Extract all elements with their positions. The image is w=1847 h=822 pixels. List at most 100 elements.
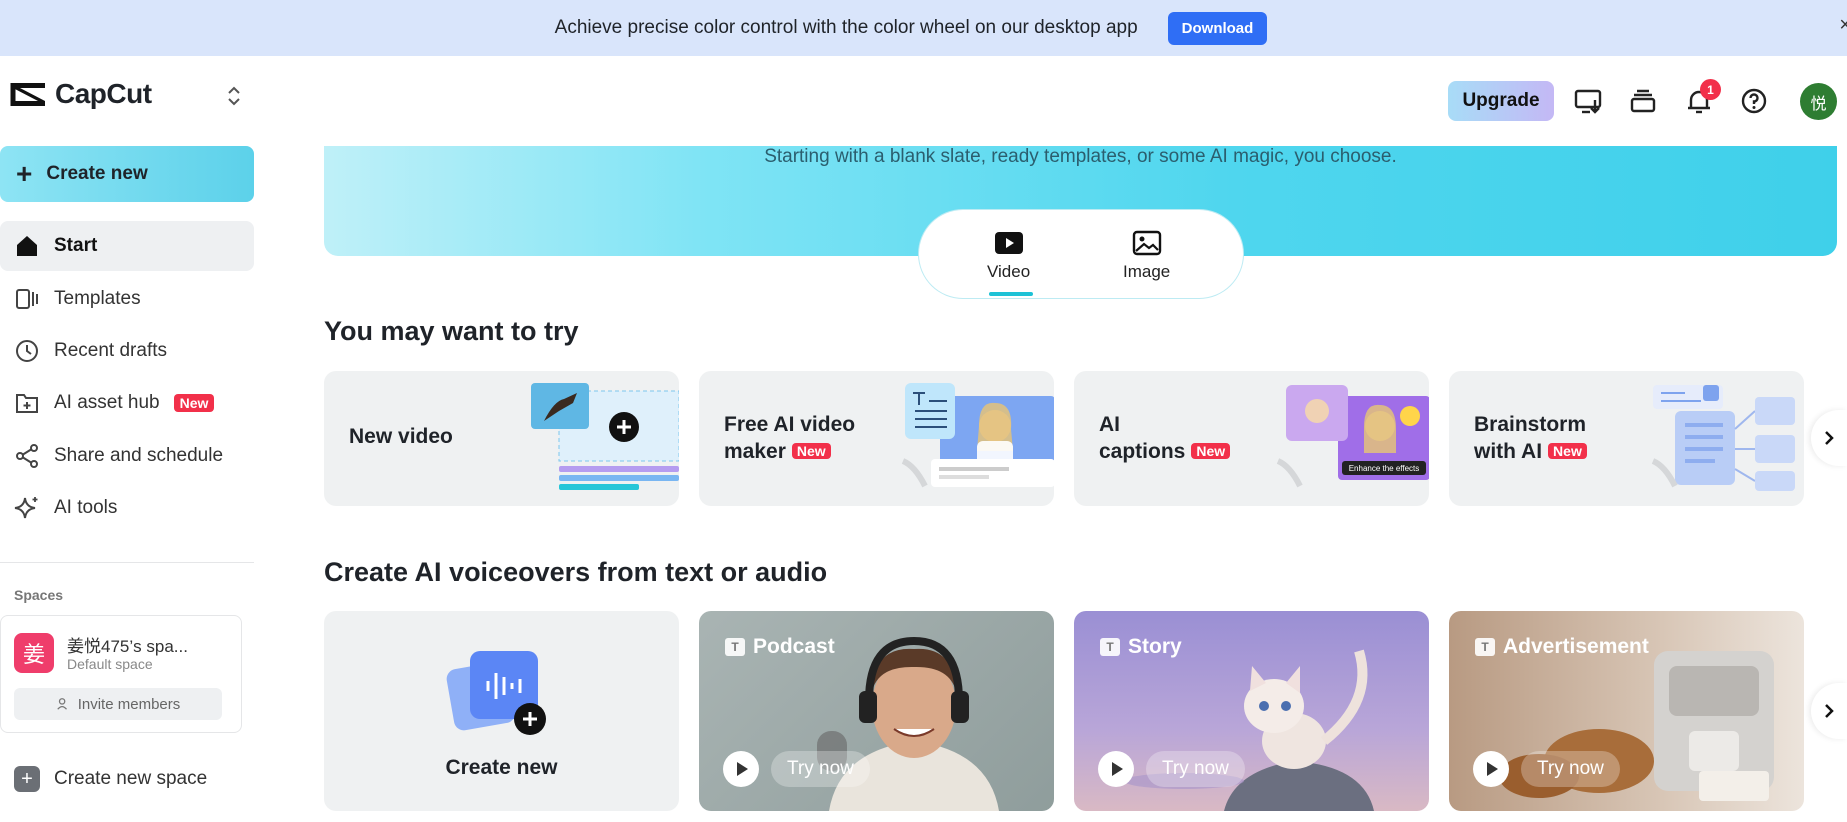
play-button[interactable] <box>1098 751 1134 787</box>
sidebar-divider <box>0 562 254 563</box>
spaces-heading: Spaces <box>14 587 64 603</box>
person-add-icon <box>56 698 67 710</box>
sidebar-item-label: Share and schedule <box>54 445 224 466</box>
create-new-button[interactable]: + Create new <box>0 146 254 202</box>
app-name: CapCut <box>55 78 152 109</box>
tab-label: Video <box>987 262 1031 281</box>
ai-video-maker-thumbnail <box>901 383 1054 488</box>
caption-text: Enhance the effects <box>1349 464 1420 473</box>
image-icon <box>1132 230 1161 256</box>
play-button[interactable] <box>723 751 759 787</box>
card-title-text: maker <box>724 440 786 463</box>
sidebar-item-start[interactable]: Start <box>0 221 254 271</box>
new-badge: New <box>791 443 831 459</box>
capcut-logo-icon <box>10 83 45 106</box>
plus-icon: + <box>16 158 33 189</box>
active-tab-indicator <box>989 292 1033 296</box>
tab-image[interactable]: Image <box>1123 230 1170 282</box>
voice-card-label: T Story <box>1100 635 1182 659</box>
desktop-download-icon[interactable] <box>1573 86 1603 116</box>
voice-card-label-text: Story <box>1128 635 1182 658</box>
card-title-line2: maker New <box>724 438 855 465</box>
stack-icon[interactable] <box>1628 86 1658 116</box>
chevron-right-icon <box>1825 431 1834 445</box>
banner-text: Achieve precise color control with the c… <box>554 17 1138 38</box>
brainstorm-thumbnail <box>1651 385 1795 491</box>
sidebar-item-label: Start <box>54 235 98 256</box>
new-badge: New <box>173 394 215 412</box>
card-brainstorm-ai[interactable]: Brainstorm with AI New <box>1449 371 1804 506</box>
asset-hub-icon <box>16 394 38 413</box>
card-title-line2: captions New <box>1099 438 1231 465</box>
text-icon: T <box>1100 638 1120 656</box>
voice-card-advertisement[interactable]: T Advertisement Try now <box>1449 611 1804 811</box>
next-arrow-button[interactable] <box>1811 683 1847 739</box>
sidebar-item-label: AI asset hub <box>54 392 160 413</box>
tab-label: Image <box>1123 262 1171 281</box>
card-free-ai-video-maker[interactable]: Free AI video maker New <box>699 371 1054 506</box>
card-ai-captions[interactable]: AI captions New Enhance the effects <box>1074 371 1429 506</box>
sidebar-item-templates[interactable]: Templates <box>0 274 254 324</box>
voice-card-podcast[interactable]: T Podcast Try now <box>699 611 1054 811</box>
sparkle-icon <box>14 497 38 519</box>
try-now-button[interactable]: Try now <box>1146 751 1245 787</box>
text-icon: T <box>1475 638 1495 656</box>
clock-icon <box>16 340 38 362</box>
tab-video[interactable]: Video <box>987 230 1030 282</box>
card-title-line1: Free AI video <box>724 413 856 436</box>
sidebar-item-recent-drafts[interactable]: Recent drafts <box>0 326 254 376</box>
chevron-right-icon <box>1825 704 1834 718</box>
space-subtitle: Default space <box>67 656 153 672</box>
card-title-text: captions <box>1099 440 1186 463</box>
upgrade-button[interactable]: Upgrade <box>1448 81 1554 121</box>
sidebar-item-label: Recent drafts <box>54 340 167 361</box>
close-icon[interactable]: × <box>1839 14 1847 37</box>
create-new-space-button[interactable]: + Create new space <box>14 766 207 792</box>
app-logo[interactable]: CapCut <box>10 78 152 110</box>
next-arrow-button[interactable] <box>1811 410 1847 466</box>
text-icon: T <box>725 638 745 656</box>
create-new-space-label: Create new space <box>54 768 208 789</box>
space-card[interactable]: 姜 姜悦475’s spa... Default space Invite me… <box>0 615 242 733</box>
hero-subtitle: Starting with a blank slate, ready templ… <box>764 146 1397 167</box>
voice-card-label-text: Podcast <box>753 635 835 658</box>
create-new-label: Create new <box>46 163 148 184</box>
invite-members-label: Invite members <box>77 695 181 713</box>
card-new-video[interactable]: New video <box>324 371 679 506</box>
voice-create-new-label: Create new <box>445 756 558 779</box>
card-title-line1: AI <box>1099 413 1120 436</box>
promo-banner: Achieve precise color control with the c… <box>0 0 1847 56</box>
try-section-title: You may want to try <box>324 316 579 346</box>
sidebar-item-share-schedule[interactable]: Share and schedule <box>0 431 254 481</box>
voice-card-label-text: Advertisement <box>1503 635 1649 658</box>
space-name: 姜悦475’s spa... <box>67 637 188 656</box>
card-title-block: AI captions New <box>1099 411 1231 465</box>
download-button[interactable]: Download <box>1167 11 1268 45</box>
new-badge: New <box>1191 443 1231 459</box>
voice-section-title: Create AI voiceovers from text or audio <box>324 557 828 587</box>
new-badge: New <box>1548 443 1587 459</box>
sidebar-item-ai-asset-hub[interactable]: AI asset hub New <box>0 378 254 428</box>
invite-members-button[interactable]: Invite members <box>14 688 222 720</box>
ai-captions-thumbnail: Enhance the effects <box>1276 385 1429 488</box>
try-now-button[interactable]: Try now <box>1521 751 1620 787</box>
card-title-line1: Brainstorm <box>1474 413 1587 436</box>
templates-icon <box>16 289 38 309</box>
workspace-switcher-icon[interactable] <box>224 84 244 108</box>
card-title-text: with AI <box>1474 440 1543 463</box>
user-avatar[interactable]: 悦 <box>1800 83 1837 120</box>
sidebar-item-label: AI tools <box>54 497 118 518</box>
audio-wave-icon <box>446 651 546 735</box>
voice-create-new-card[interactable]: Create new <box>324 611 679 811</box>
card-title-block: Free AI video maker New <box>724 411 855 465</box>
voice-card-label: T Podcast <box>725 635 835 659</box>
sidebar-item-ai-tools[interactable]: AI tools <box>0 483 254 533</box>
help-icon[interactable] <box>1739 86 1769 116</box>
plus-icon: + <box>14 766 40 792</box>
space-avatar: 姜 <box>14 633 54 673</box>
card-title-line2: with AI New <box>1474 438 1587 465</box>
try-now-button[interactable]: Try now <box>771 751 870 787</box>
voice-card-label: T Advertisement <box>1475 635 1649 659</box>
play-button[interactable] <box>1473 751 1509 787</box>
voice-card-story[interactable]: T Story Try now <box>1074 611 1429 811</box>
